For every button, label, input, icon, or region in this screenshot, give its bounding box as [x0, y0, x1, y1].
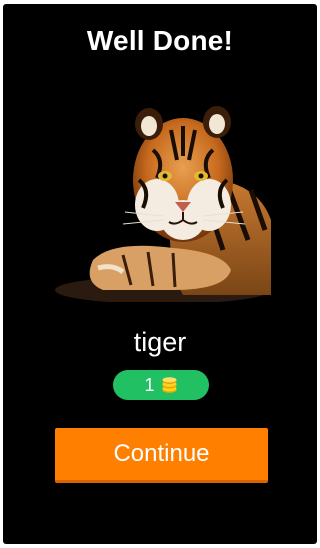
game-screen: Well Done! tiger 1 Continue [3, 4, 317, 544]
page-title: Well Done! [86, 25, 234, 56]
answer-label: tiger [133, 327, 187, 357]
tiger-photo [55, 106, 271, 302]
continue-button[interactable]: Continue [55, 428, 268, 483]
coins-icon [162, 376, 176, 393]
reward-count: 1 [144, 375, 155, 395]
reward-badge: 1 [113, 370, 209, 400]
